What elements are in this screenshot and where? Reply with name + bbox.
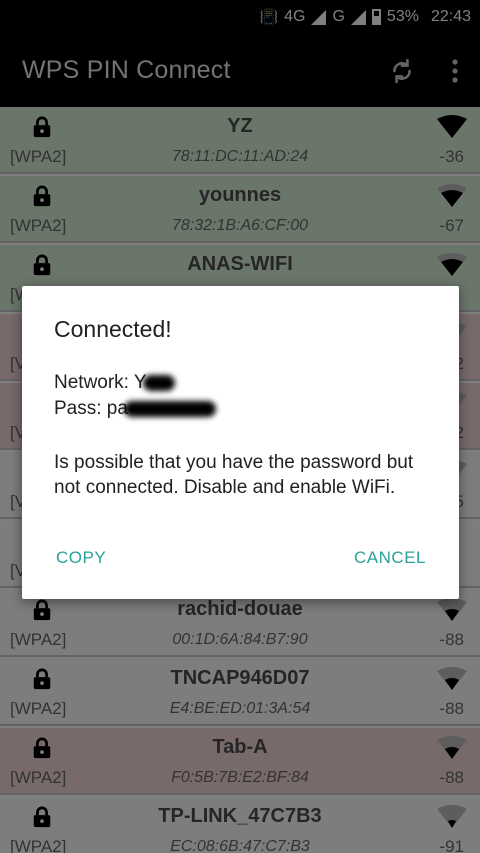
connected-dialog: Connected! Network: Y Pass: pa Is possib… xyxy=(22,286,459,599)
dialog-title: Connected! xyxy=(54,316,172,342)
dialog-network-label: Network: Y xyxy=(54,372,147,393)
dialog-pass-label: Pass: pa xyxy=(54,398,128,419)
redacted-password xyxy=(123,400,216,417)
redacted-network xyxy=(142,374,175,391)
cancel-button[interactable]: CANCEL xyxy=(354,548,426,568)
dialog-network-line: Network: Y xyxy=(54,372,175,394)
dialog-pass-line: Pass: pa xyxy=(54,398,216,420)
dialog-message: Is possible that you have the password b… xyxy=(54,452,414,498)
copy-button[interactable]: COPY xyxy=(56,548,106,568)
